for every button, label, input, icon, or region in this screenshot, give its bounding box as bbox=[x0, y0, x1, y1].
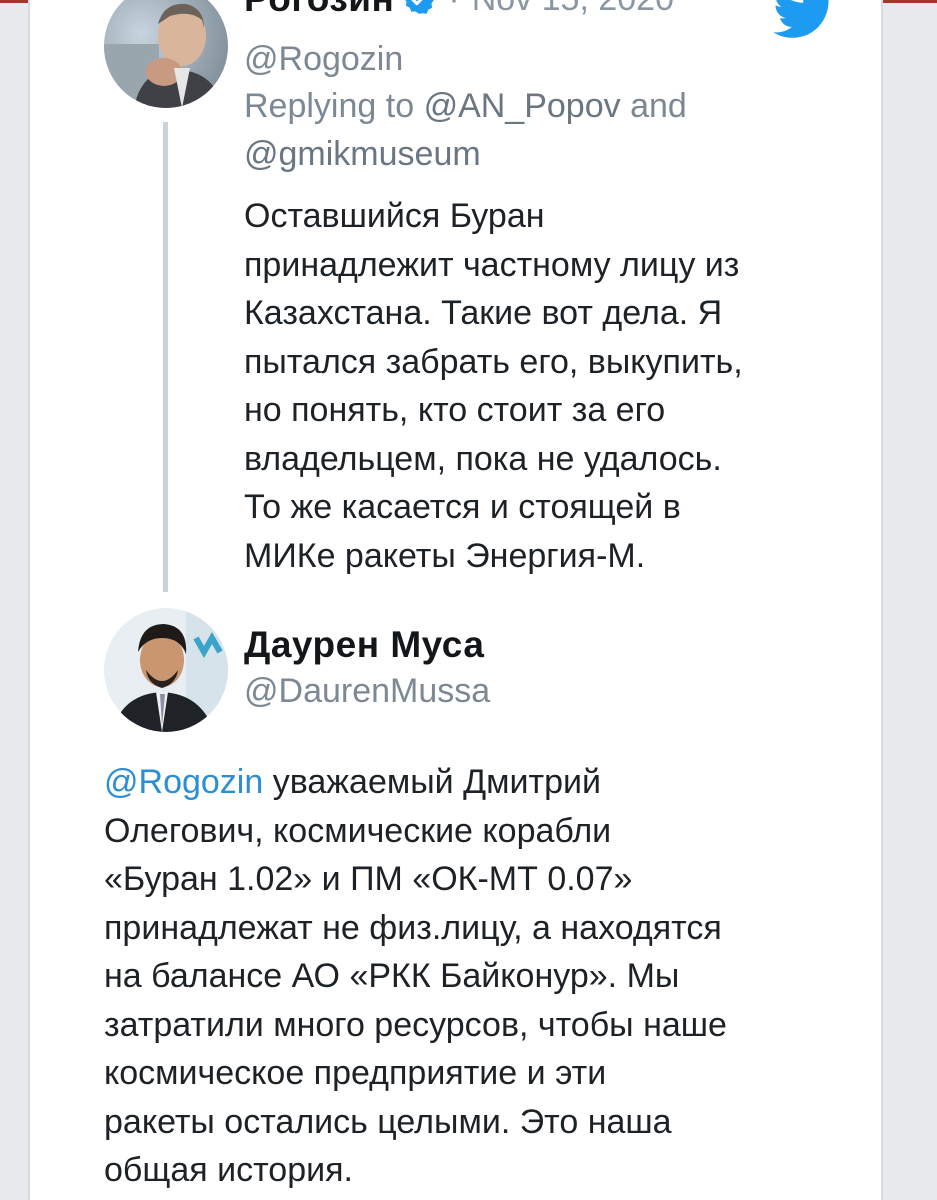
twitter-bird-icon[interactable] bbox=[772, 0, 836, 40]
text-line: но понять, кто стоит за его bbox=[244, 391, 666, 429]
avatar-dauren-mussa[interactable] bbox=[104, 608, 228, 732]
reply-mention-an-popov[interactable]: @AN_Popov bbox=[424, 87, 621, 125]
text-line: космическое предприятие и эти bbox=[104, 1054, 607, 1092]
replying-and: and bbox=[630, 87, 687, 125]
text-line: владельцем, пока не удалось. bbox=[244, 439, 722, 478]
mention-rogozin[interactable]: @Rogozin bbox=[104, 763, 263, 801]
tweet-separator: · bbox=[448, 0, 459, 19]
card-border-right bbox=[881, 0, 883, 1200]
text-line: на балансе АО «РКК Байконур». Мы bbox=[104, 957, 680, 995]
text-line: затратили много ресурсов, чтобы наше bbox=[104, 1005, 727, 1044]
tweet-1-header: Рогозин · Nov 15, 2020 bbox=[244, 0, 674, 20]
tweet-2-text: @Rogozin уважаемый Дмитрий Олегович, кос… bbox=[104, 758, 864, 1195]
text-first-rest: уважаемый Дмитрий bbox=[263, 763, 601, 801]
text-line: ракеты остались целыми. Это наша bbox=[104, 1102, 672, 1141]
avatar-rogozin[interactable] bbox=[104, 0, 228, 108]
author-name[interactable]: Даурен Муса bbox=[244, 624, 484, 666]
card-border-left bbox=[28, 0, 30, 1200]
text-line: То же касается и стоящей в bbox=[244, 488, 681, 526]
tweet-1-text: Оставшийся Буран принадлежит частному ли… bbox=[244, 192, 844, 580]
replying-to-line-2: @gmikmuseum bbox=[244, 130, 481, 178]
tweet-2-header: Даурен Муса bbox=[244, 624, 484, 666]
text-line: пытался забрать его, выкупить, bbox=[244, 342, 743, 381]
replying-to-line: Replying to @AN_Popov and bbox=[244, 82, 687, 130]
text-line: МИКе ракеты Энергия-М. bbox=[244, 536, 646, 575]
tweet-thread-card: Рогозин · Nov 15, 2020 @Rogozin Replying… bbox=[28, 0, 883, 1200]
text-line-first: @Rogozin уважаемый Дмитрий bbox=[104, 758, 864, 807]
text-line: «Буран 1.02» и ПМ «ОК-МТ 0.07» bbox=[104, 860, 633, 898]
thread-connector-line bbox=[163, 122, 168, 592]
text-line: принадлежит частному лицу из bbox=[244, 245, 740, 284]
tweet-date[interactable]: Nov 15, 2020 bbox=[472, 0, 674, 19]
author-handle[interactable]: @DaurenMussa bbox=[244, 672, 490, 711]
text-line: Олегович, космические корабли bbox=[104, 811, 612, 850]
text-line: общая история. bbox=[104, 1151, 353, 1189]
replying-prefix: Replying to bbox=[244, 87, 415, 125]
reply-mention-gmikmuseum[interactable]: @gmikmuseum bbox=[244, 135, 481, 173]
text-line: принадлежат не физ.лицу, а находятся bbox=[104, 908, 722, 947]
text-line: Казахстана. Такие вот дела. Я bbox=[244, 294, 723, 332]
verified-badge-icon bbox=[402, 0, 436, 16]
author-handle[interactable]: @Rogozin bbox=[244, 40, 403, 79]
author-name[interactable]: Рогозин bbox=[244, 0, 394, 20]
text-line: Оставшийся Буран bbox=[244, 197, 545, 235]
